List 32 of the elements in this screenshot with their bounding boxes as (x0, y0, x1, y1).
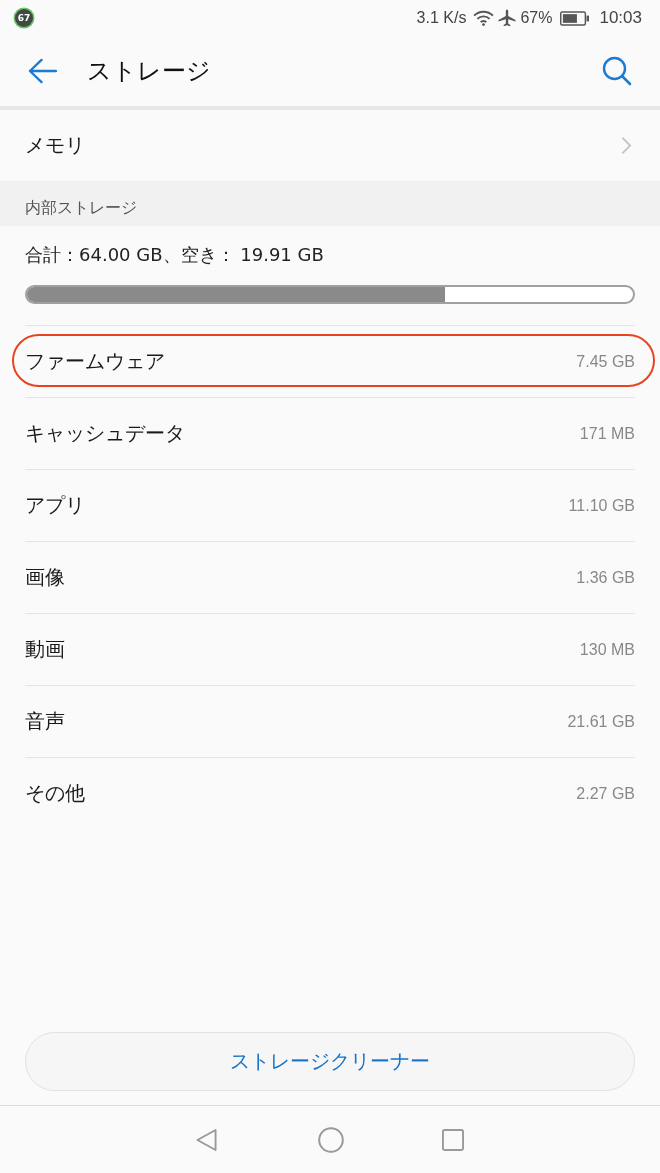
back-icon[interactable] (196, 1127, 217, 1152)
category-size: 21.61 GB (567, 712, 635, 731)
home-icon[interactable] (318, 1126, 344, 1153)
category-label[interactable]: 動画 (25, 636, 65, 663)
category-label[interactable]: ファームウェア (25, 348, 165, 375)
category-label[interactable]: 画像 (25, 564, 65, 591)
screen-title: ストレージ (87, 56, 212, 87)
wifi-icon (473, 10, 495, 26)
storage-summary: 合計：64.00 GB、空き： 19.91 GB (25, 243, 325, 267)
category-size: 7.45 GB (576, 352, 635, 371)
notification-badge: 67 (15, 9, 33, 27)
category-label[interactable]: アプリ (25, 492, 85, 519)
back-arrow-icon[interactable] (28, 58, 57, 84)
battery-percent: 67% (520, 8, 553, 28)
category-size: 171 MB (579, 424, 635, 443)
clock-time: 10:03 (599, 8, 642, 28)
memory-row[interactable]: メモリ (0, 110, 660, 181)
category-size: 11.10 GB (568, 496, 635, 515)
battery-icon (560, 10, 590, 26)
recents-icon[interactable] (442, 1128, 464, 1151)
category-label[interactable]: 音声 (25, 708, 65, 735)
category-label[interactable]: その他 (25, 780, 85, 807)
network-speed: 3.1 K/s (416, 8, 467, 28)
search-icon[interactable] (602, 56, 632, 86)
category-size: 130 MB (579, 640, 635, 659)
section-title: 内部ストレージ (25, 197, 137, 219)
chevron-right-icon (621, 136, 632, 155)
storage-cleaner-button[interactable]: ストレージクリーナー (25, 1032, 635, 1091)
category-size: 2.27 GB (576, 784, 635, 803)
category-size: 1.36 GB (576, 568, 635, 587)
category-label[interactable]: キャッシュデータ (25, 420, 185, 447)
airplane-icon (498, 9, 517, 27)
